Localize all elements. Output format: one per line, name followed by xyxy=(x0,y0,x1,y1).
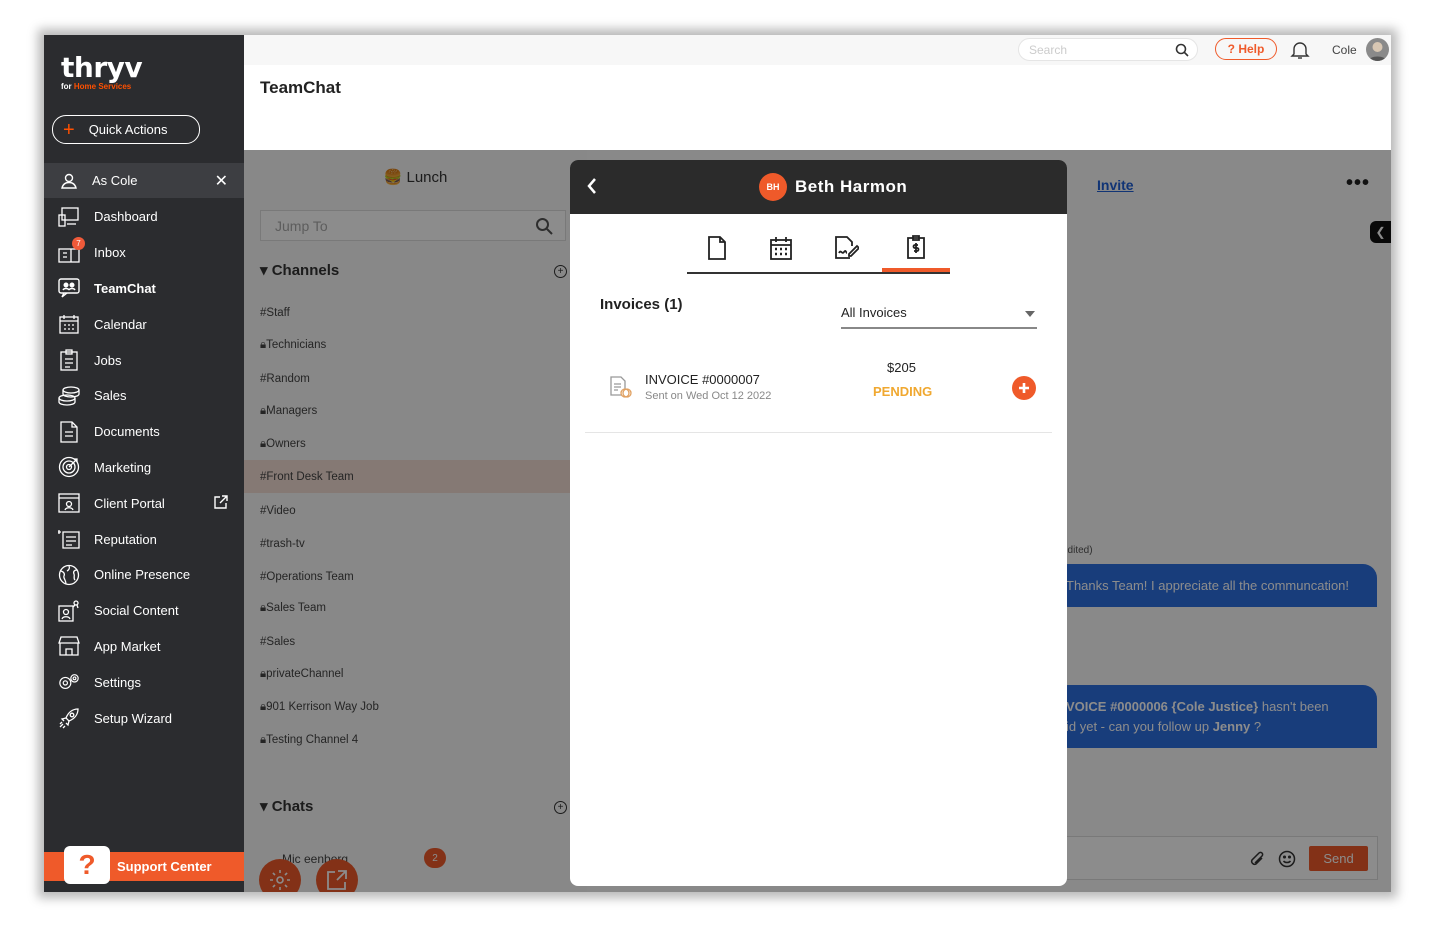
contact-name: Beth Harmon xyxy=(795,177,908,196)
invoice-amount: $205 xyxy=(887,360,916,375)
invoice-icon xyxy=(907,234,925,264)
invoice-filter-value: All Invoices xyxy=(841,305,907,320)
sidebar-item-setup-wizard[interactable]: Setup Wizard xyxy=(44,700,244,736)
sidebar-item-label: Documents xyxy=(94,424,160,440)
support-center-button[interactable]: ? Support Center xyxy=(44,846,244,884)
top-bar: Search ? Help Cole xyxy=(244,35,1391,65)
inbox-badge: 7 xyxy=(72,236,85,250)
external-link-icon[interactable] xyxy=(214,495,228,512)
sidebar-item-app-market[interactable]: App Market xyxy=(44,629,244,665)
tab-calendar[interactable] xyxy=(751,230,811,270)
dashboard-icon xyxy=(58,206,80,228)
social-icon xyxy=(58,600,80,622)
invoice-status: PENDING xyxy=(873,384,933,399)
calendar-icon xyxy=(58,313,80,335)
sidebar-item-label: Marketing xyxy=(94,459,152,475)
sidebar-item-documents[interactable]: Documents xyxy=(44,414,244,450)
sidebar-item-teamchat[interactable]: TeamChat xyxy=(44,271,244,307)
logo-sub-accent: Home Services xyxy=(73,82,132,91)
chevron-down-icon xyxy=(1025,311,1035,317)
teamchat-icon xyxy=(58,277,80,299)
store-icon xyxy=(58,635,80,657)
page-header: TeamChat xyxy=(244,65,1391,150)
sidebar-item-inbox[interactable]: 7 Inbox xyxy=(44,235,244,271)
sidebar-item-label: Reputation xyxy=(94,531,157,547)
modal-header: BH Beth Harmon xyxy=(570,160,1067,214)
sidebar-item-dashboard[interactable]: Dashboard xyxy=(44,199,244,235)
thryv-logo[interactable]: thryv for Home Services xyxy=(61,51,143,91)
search-placeholder: Search xyxy=(1029,42,1068,57)
quick-actions-button[interactable]: + Quick Actions xyxy=(52,115,200,144)
sidebar-item-label: Client Portal xyxy=(94,495,165,511)
sidebar-item-label: App Market xyxy=(94,638,161,654)
sidebar-item-label: Calendar xyxy=(94,316,147,332)
invoice-sent-date: Sent on Wed Oct 12 2022 xyxy=(645,390,772,402)
avatar[interactable] xyxy=(1366,38,1389,61)
sidebar-item-online-presence[interactable]: Online Presence xyxy=(44,557,244,593)
invoice-filter-select[interactable]: All Invoices xyxy=(841,305,1037,329)
signature-icon xyxy=(835,235,861,265)
sidebar-item-sales[interactable]: Sales xyxy=(44,378,244,414)
bell-icon[interactable] xyxy=(1290,40,1310,65)
sidebar-item-reputation[interactable]: Reputation xyxy=(44,521,244,557)
sidebar-nav: Dashboard 7 Inbox TeamChat Calendar Jobs xyxy=(44,199,244,736)
question-icon: ? xyxy=(64,846,110,884)
sidebar-item-label: Sales xyxy=(94,388,127,404)
back-chevron-icon[interactable] xyxy=(586,177,598,200)
calendar-icon xyxy=(770,236,792,265)
plus-icon: + xyxy=(63,118,75,141)
sidebar-item-label: Setup Wizard xyxy=(94,710,173,726)
logo-text: thryv xyxy=(61,51,143,84)
logo-subtitle: for Home Services xyxy=(61,82,142,91)
sidebar-item-label: Social Content xyxy=(94,603,179,619)
documents-icon xyxy=(58,421,80,443)
sidebar-item-marketing[interactable]: Marketing xyxy=(44,450,244,486)
sidebar-item-label: Settings xyxy=(94,674,141,690)
document-icon xyxy=(708,235,726,265)
acting-as-user[interactable]: As Cole ✕ xyxy=(44,163,244,198)
user-name[interactable]: Cole xyxy=(1332,43,1357,57)
sidebar-item-label: Dashboard xyxy=(94,209,158,225)
sidebar: thryv for Home Services + Quick Actions … xyxy=(44,35,244,892)
invoice-document-icon xyxy=(608,375,632,404)
sales-icon xyxy=(58,385,80,407)
globe-icon xyxy=(58,564,80,586)
sidebar-item-settings[interactable]: Settings xyxy=(44,664,244,700)
rocket-icon xyxy=(58,707,80,729)
invoices-title: Invoices (1) xyxy=(600,296,683,313)
invoice-number: INVOICE #0000007 xyxy=(645,372,760,387)
tab-signature[interactable] xyxy=(817,230,877,270)
reputation-icon xyxy=(58,528,80,550)
contact-avatar: BH xyxy=(759,173,787,201)
sidebar-item-label: Online Presence xyxy=(94,567,191,583)
gear-icon xyxy=(58,671,80,693)
close-icon[interactable]: ✕ xyxy=(215,171,228,191)
logo-sub-prefix: for xyxy=(61,82,74,91)
user-icon xyxy=(60,172,78,190)
help-button[interactable]: ? Help xyxy=(1215,38,1277,60)
support-center-label: Support Center xyxy=(117,859,212,874)
sidebar-item-label: TeamChat xyxy=(94,280,156,296)
quick-actions-label: Quick Actions xyxy=(88,122,168,137)
jobs-icon xyxy=(58,349,80,371)
page-title: TeamChat xyxy=(260,78,341,97)
tab-documents[interactable] xyxy=(687,230,747,270)
marketing-icon xyxy=(58,456,80,478)
sidebar-item-calendar[interactable]: Calendar xyxy=(44,306,244,342)
tab-invoices[interactable] xyxy=(882,230,950,272)
search-input[interactable]: Search xyxy=(1018,38,1198,61)
sidebar-item-label: Inbox xyxy=(94,245,126,261)
search-icon[interactable] xyxy=(1175,43,1189,60)
add-invoice-button[interactable] xyxy=(1012,376,1036,400)
sidebar-item-client-portal[interactable]: Client Portal xyxy=(44,485,244,521)
contact-modal: BH Beth Harmon Invoices (1) All Invoices… xyxy=(570,160,1067,886)
sidebar-item-jobs[interactable]: Jobs xyxy=(44,342,244,378)
as-user-label: As Cole xyxy=(92,173,138,188)
invoice-row[interactable]: INVOICE #0000007 Sent on Wed Oct 12 2022… xyxy=(585,345,1052,433)
client-portal-icon xyxy=(58,492,80,514)
sidebar-item-label: Jobs xyxy=(94,352,122,368)
sidebar-item-social-content[interactable]: Social Content xyxy=(44,593,244,629)
modal-tabs xyxy=(687,230,950,274)
